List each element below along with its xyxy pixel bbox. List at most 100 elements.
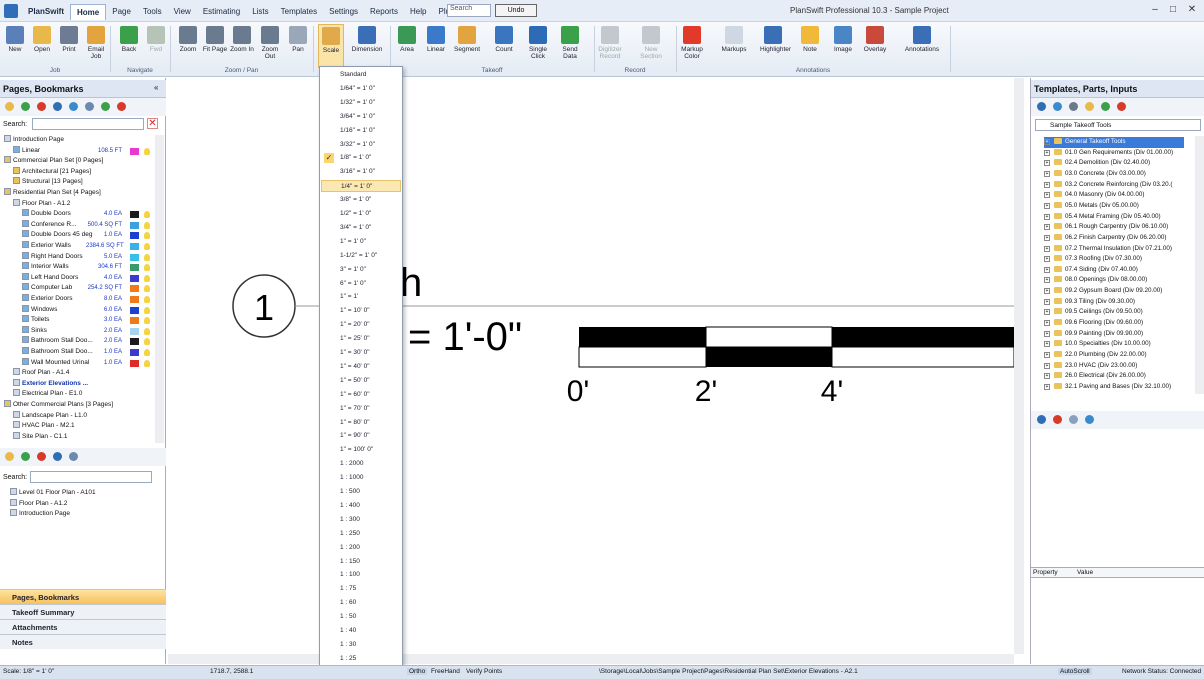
ribbon-zoom-in-button[interactable]: Zoom In xyxy=(229,24,255,68)
ribbon-open-button[interactable]: Open xyxy=(29,24,55,68)
visibility-bulb-icon[interactable] xyxy=(144,317,150,325)
scale-option[interactable]: 1 : 400 xyxy=(321,500,401,512)
toolbar-action-icon[interactable] xyxy=(1037,415,1046,424)
tree-node[interactable]: Landscape Plan - L1.0 xyxy=(13,410,154,422)
collapse-panel-icon[interactable]: « xyxy=(154,83,158,92)
expand-icon[interactable]: + xyxy=(1044,213,1050,220)
expand-icon[interactable]: + xyxy=(1044,373,1050,380)
template-item[interactable]: +07.2 Thermal Insulation (Div 07.21.00) xyxy=(1044,244,1172,255)
toolbar-action-icon[interactable] xyxy=(5,452,14,461)
expand-icon[interactable]: + xyxy=(1044,298,1050,305)
takeoff-item[interactable]: Computer Lab 254.2 SQ FT xyxy=(22,283,154,294)
scale-option[interactable]: 1/64" = 1' 0" xyxy=(321,83,401,95)
scale-option[interactable]: 3/8" = 1' 0" xyxy=(321,194,401,206)
expand-icon[interactable]: + xyxy=(1044,330,1050,337)
template-item[interactable]: +05.0 Metals (Div 05.00.00) xyxy=(1044,201,1139,212)
template-item[interactable]: +09.5 Ceilings (Div 09.50.00) xyxy=(1044,307,1143,318)
scale-option[interactable]: 1" = 60' 0" xyxy=(321,389,401,401)
menu-reports[interactable]: Reports xyxy=(364,4,404,20)
template-item[interactable]: +26.0 Electrical (Div 26.00.00) xyxy=(1044,371,1146,382)
template-item[interactable]: +05.4 Metal Framing (Div 05.40.00) xyxy=(1044,212,1161,223)
takeoff-item[interactable]: Left Hand Doors 4.0 EA xyxy=(22,272,154,284)
takeoff-item[interactable]: Interior Walls 304.6 FT xyxy=(22,262,154,273)
toolbar-action-icon[interactable] xyxy=(1037,102,1046,111)
scale-option[interactable]: 3/32" = 1' 0" xyxy=(321,139,401,151)
drawing-canvas[interactable]: 1 h = 1'-0" 0' 2' 4' xyxy=(168,78,1024,664)
template-item[interactable]: +07.3 Roofing (Div 07.30.00) xyxy=(1044,254,1142,265)
visibility-bulb-icon[interactable] xyxy=(144,338,150,346)
tree-node[interactable]: Structural [13 Pages] xyxy=(13,177,154,188)
scale-option[interactable]: 1/32" = 1' 0" xyxy=(321,97,401,109)
template-item[interactable]: +08.0 Openings (Div 08.00.00) xyxy=(1044,275,1147,286)
visibility-bulb-icon[interactable] xyxy=(144,253,150,261)
scale-option[interactable]: 3" = 1' 0" xyxy=(321,264,401,276)
expand-icon[interactable]: + xyxy=(1044,245,1050,252)
toolbar-action-icon[interactable] xyxy=(101,102,110,111)
scale-option[interactable]: 1-1/2" = 1' 0" xyxy=(321,250,401,262)
pages-search-input[interactable] xyxy=(32,118,144,130)
scale-option[interactable]: 1" = 100' 0" xyxy=(321,444,401,456)
ribbon-pan-button[interactable]: Pan xyxy=(285,24,311,68)
tree-node[interactable]: Architectural [21 Pages] xyxy=(13,166,154,178)
search-input[interactable]: Search xyxy=(447,4,491,17)
tab-notes[interactable]: Notes xyxy=(0,634,166,649)
scale-option[interactable]: 1" = 50' 0" xyxy=(321,375,401,387)
takeoff-item[interactable]: Windows 6.0 EA xyxy=(22,304,154,316)
menu-templates[interactable]: Templates xyxy=(275,4,323,20)
toolbar-action-icon[interactable] xyxy=(21,102,30,111)
ribbon-send-data-button[interactable]: Send Data xyxy=(557,24,583,68)
scale-option[interactable]: 1" = 1' 0" xyxy=(321,236,401,248)
toolbar-action-icon[interactable] xyxy=(53,452,62,461)
bookmark-item[interactable]: Introduction Page xyxy=(10,509,70,520)
menu-home[interactable]: Home xyxy=(70,4,107,20)
template-select[interactable]: Sample Takeoff Tools xyxy=(1035,119,1201,131)
toolbar-action-icon[interactable] xyxy=(1085,102,1094,111)
takeoff-item[interactable]: Conference R... 500.4 SQ FT xyxy=(22,219,154,231)
visibility-bulb-icon[interactable] xyxy=(144,264,150,272)
ribbon-email-job-button[interactable]: Email Job xyxy=(83,24,109,68)
scale-option[interactable]: 1 : 30 xyxy=(321,639,401,651)
ribbon-area-button[interactable]: Area xyxy=(394,24,420,68)
scale-option[interactable]: 1 : 150 xyxy=(321,556,401,568)
ribbon-count-button[interactable]: Count xyxy=(491,24,517,68)
toolbar-action-icon[interactable] xyxy=(1053,415,1062,424)
template-item[interactable]: +09.2 Gypsum Board (Div 09.20.00) xyxy=(1044,286,1162,297)
visibility-bulb-icon[interactable] xyxy=(144,306,150,314)
visibility-bulb-icon[interactable] xyxy=(144,211,150,219)
tree-node[interactable]: Exterior Elevations ... xyxy=(13,378,154,390)
menu-page[interactable]: Page xyxy=(106,4,137,20)
takeoff-item[interactable]: Exterior Walls 2384.6 SQ FT xyxy=(22,241,154,252)
takeoff-item[interactable]: Exterior Doors 8.0 EA xyxy=(22,294,154,305)
visibility-bulb-icon[interactable] xyxy=(144,243,150,250)
menu-tools[interactable]: Tools xyxy=(137,4,168,20)
scale-option[interactable]: 1" = 70' 0" xyxy=(321,403,401,415)
ortho-toggle[interactable]: Ortho xyxy=(407,668,428,675)
menu-lists[interactable]: Lists xyxy=(246,4,274,20)
visibility-bulb-icon[interactable] xyxy=(144,147,150,155)
toolbar-action-icon[interactable] xyxy=(21,452,30,461)
expand-icon[interactable]: + xyxy=(1044,256,1050,263)
scale-option[interactable]: 1 : 75 xyxy=(321,583,401,595)
expand-icon[interactable]: + xyxy=(1044,277,1050,284)
tree-node[interactable]: Introduction Page xyxy=(4,135,154,146)
menu-help[interactable]: Help xyxy=(404,4,432,20)
toolbar-action-icon[interactable] xyxy=(1117,102,1126,111)
toolbar-action-icon[interactable] xyxy=(1053,102,1062,111)
scale-option[interactable]: 1/16" = 1' 0" xyxy=(321,125,401,137)
scale-option[interactable]: 1 : 250 xyxy=(321,528,401,540)
ribbon-fit-page-button[interactable]: Fit Page xyxy=(202,24,228,68)
visibility-bulb-icon[interactable] xyxy=(144,296,150,303)
minimize-icon[interactable]: – xyxy=(1148,4,1162,16)
tree-node[interactable]: Site Plan - C1.1 xyxy=(13,431,154,443)
toolbar-action-icon[interactable] xyxy=(69,102,78,111)
ribbon-note-button[interactable]: Note xyxy=(797,24,823,68)
template-item[interactable]: +03.2 Concrete Reinforcing (Div 03.20.( xyxy=(1044,180,1172,191)
takeoff-item[interactable]: Wall Mounted Urinal 1.0 EA xyxy=(22,357,154,369)
scale-option[interactable]: 1 : 300 xyxy=(321,514,401,526)
takeoff-item[interactable]: Double Doors 4.0 EA xyxy=(22,209,154,220)
ribbon-fwd-button[interactable]: Fwd xyxy=(143,24,169,68)
template-item[interactable]: +10.0 Specialties (Div 10.00.00) xyxy=(1044,339,1151,350)
bookmark-item[interactable]: Level 01 Floor Plan - A101 xyxy=(10,488,96,499)
template-item[interactable]: +04.0 Masonry (Div 04.00.00) xyxy=(1044,190,1144,201)
scale-option[interactable]: 1/2" = 1' 0" xyxy=(321,208,401,220)
